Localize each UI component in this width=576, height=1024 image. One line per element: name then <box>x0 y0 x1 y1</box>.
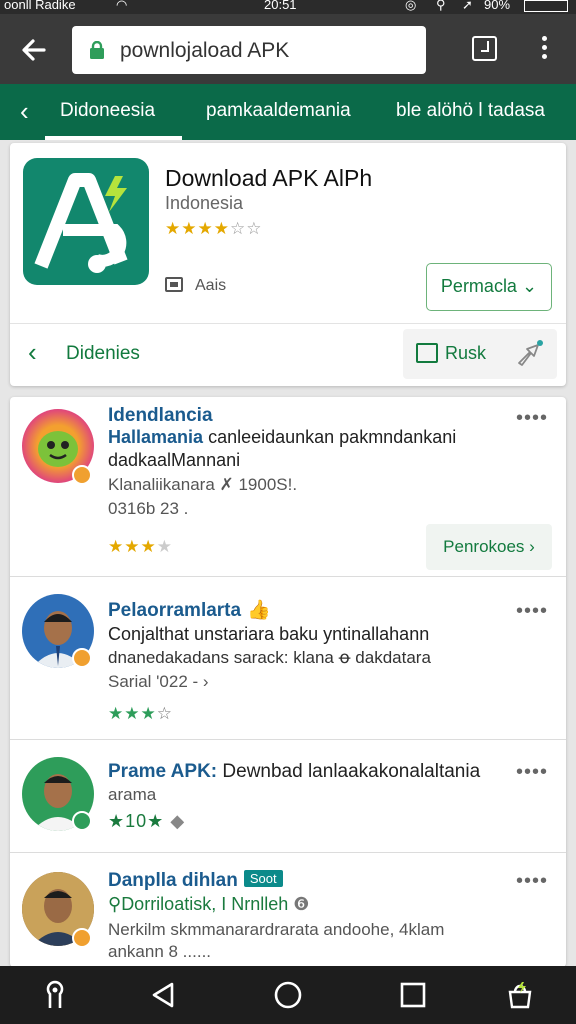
app-subtitle: Indonesia <box>165 193 244 213</box>
app-logo-icon <box>23 158 149 285</box>
thumbs-up-icon: 👍 <box>247 600 271 621</box>
list-item[interactable]: Danplla dihlan Soot ⚲Dorriloatisk, I Nrnl… <box>10 854 566 967</box>
verified-badge-icon <box>72 928 92 948</box>
verified-badge-icon <box>72 465 92 485</box>
url-text: pownlojaload APK <box>120 39 290 62</box>
status-badge: Soot <box>243 870 283 887</box>
stars-empty: ★ <box>156 537 173 556</box>
review-title: Danplla dihlan <box>108 870 238 891</box>
browser-toolbar: pownlojaload APK <box>0 14 576 84</box>
review-date: 0316b 23 . <box>108 499 189 518</box>
signal-icon: ➚ <box>462 0 473 12</box>
divider <box>10 323 566 324</box>
tabs-icon[interactable] <box>472 36 497 61</box>
sync-icon: ◎ <box>405 0 417 12</box>
review-list: Idendlancia Hallamania canleeidaunkan pa… <box>10 397 566 967</box>
review-text: canleeidaunkan pakmndankani <box>208 427 457 447</box>
clock: 20:51 <box>264 0 297 12</box>
rusk-button-label: Rusk <box>445 343 487 363</box>
review-action-button[interactable]: Penrokoes › <box>426 524 552 570</box>
list-item[interactable]: Prame APK: Dewnbad lanlaakakonalaltania … <box>10 741 566 853</box>
recents-square-icon[interactable] <box>398 980 428 1010</box>
app-title: Download APK AlPh <box>165 165 373 191</box>
app-meta-label: Aais <box>195 277 227 294</box>
stars-filled: ★★★ <box>108 704 157 723</box>
more-options-icon[interactable]: •••• <box>516 407 548 430</box>
review-meta: Klanaliikanara ✗ 1900S!. <box>108 475 298 494</box>
chevron-left-icon[interactable]: ‹ <box>28 337 37 368</box>
overflow-menu-icon[interactable] <box>538 36 550 64</box>
back-triangle-icon[interactable] <box>148 980 178 1010</box>
list-item[interactable]: Idendlancia Hallamania canleeidaunkan pa… <box>10 397 566 577</box>
lock-icon <box>90 41 104 59</box>
system-nav-bar <box>0 966 576 1024</box>
review-subtitle: arama <box>108 785 157 804</box>
app-rating: ★★★★☆☆ <box>165 219 262 239</box>
review-title: Prame APK: <box>108 761 218 782</box>
more-options-icon[interactable]: •••• <box>516 761 548 784</box>
store-bag-icon[interactable] <box>505 980 535 1010</box>
rating-stars-filled: ★★★★ <box>165 219 230 238</box>
review-title: Pelaorramlarta <box>108 600 242 621</box>
rating-count: ★10★ <box>108 811 165 831</box>
chevron-left-icon[interactable]: ‹ <box>20 96 29 127</box>
list-item[interactable]: Pelaorramlarta 👍 Conjalthat unstariara ba… <box>10 578 566 740</box>
location-icon: ⚲ <box>108 894 122 914</box>
stars-empty: ☆ <box>156 704 173 723</box>
stars-filled: ★★★ <box>108 537 157 556</box>
more-options-icon[interactable]: •••• <box>516 600 548 623</box>
carrier-label: oonll Radike <box>4 0 76 12</box>
section-link[interactable]: Didenies <box>66 343 140 365</box>
review-location: Dorriloatisk, I Nrnlleh <box>121 894 289 914</box>
chevron-down-icon: ⌄ <box>521 276 538 296</box>
tab-third[interactable]: ble alöhö l tadasa <box>396 100 545 122</box>
home-circle-icon[interactable] <box>273 980 303 1010</box>
category-tabbar: ‹ Didoneesia pamkaaldemania ble alöhö l … <box>0 84 576 140</box>
back-arrow-icon[interactable] <box>18 34 50 66</box>
assistant-icon[interactable] <box>40 980 70 1010</box>
review-title: Idendlancia <box>108 405 213 426</box>
url-bar[interactable]: pownlojaload APK <box>72 26 426 74</box>
wifi-icon: ◠ <box>116 0 128 12</box>
tab-didoneesia[interactable]: Didoneesia <box>60 100 155 122</box>
review-text: Conjalthat unstariara baku yntinallahann <box>108 624 430 644</box>
status-bar: oonll Radike ◠ 20:51 ◎ ⚲ ➚ 90% <box>0 0 576 14</box>
review-action-label: Penrokoes <box>443 537 525 556</box>
verified-badge-icon <box>72 811 92 831</box>
review-text-2: dadkaalMannani <box>108 450 241 470</box>
review-text-2: dnanedakadans sarack: klana ꝋ dakdatara <box>108 648 431 667</box>
review-rating: ★★★★ <box>108 537 173 557</box>
review-rating: ★10★ ◆ <box>108 811 185 832</box>
review-text-2: ankann 8 ...... <box>108 942 212 961</box>
share-icon[interactable] <box>516 339 544 367</box>
tab-pamkaaldemania[interactable]: pamkaaldemania <box>206 100 351 122</box>
review-title-rest: Dewnbad lanlaakakonalaltania <box>222 761 481 782</box>
image-icon <box>416 343 438 363</box>
download-button-label: Permacla <box>440 276 517 296</box>
review-highlight: Hallamania <box>108 427 204 447</box>
rating-stars-empty: ☆☆ <box>229 219 263 238</box>
device-icon <box>165 277 183 292</box>
app-card: Download APK AlPh Indonesia ★★★★☆☆ Aais … <box>10 143 566 386</box>
vibrate-icon: ⚲ <box>436 0 446 12</box>
tag-icon: ◆ <box>170 811 186 831</box>
review-date: Sarial '022 - › <box>108 672 209 691</box>
download-button[interactable]: Permacla ⌄ <box>426 263 552 311</box>
review-text: Nerkilm skmmanarardrarata andoohe, 4klam <box>108 920 445 939</box>
app-meta: Aais <box>165 277 226 295</box>
review-rating: ★★★☆ <box>108 704 173 724</box>
active-tab-indicator <box>45 136 182 140</box>
battery-percent: 90% <box>484 0 511 12</box>
more-options-icon[interactable]: •••• <box>516 870 548 893</box>
battery-icon <box>524 0 568 12</box>
verified-badge-icon <box>72 648 92 668</box>
info-icon: ❻ <box>293 894 310 914</box>
